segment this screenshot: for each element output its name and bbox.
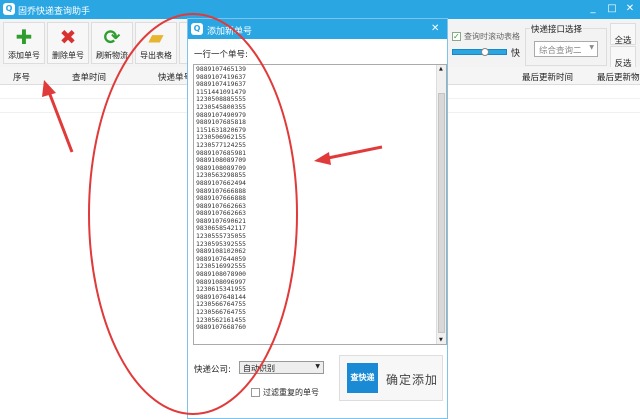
company-label: 快递公司: bbox=[194, 365, 231, 375]
speed-slider[interactable] bbox=[452, 48, 507, 56]
scroll-down-icon[interactable]: ▼ bbox=[439, 337, 443, 343]
dialog-title: 添加新单号 bbox=[207, 27, 253, 37]
window-title: 固乔快递查询助手 bbox=[18, 7, 91, 17]
tracking-numbers-text: 9889107465139 9889107419637 988910741963… bbox=[196, 65, 247, 332]
select-all-button[interactable]: 全选 bbox=[610, 23, 636, 46]
column-last-update-time[interactable]: 最后更新时间 bbox=[522, 71, 573, 83]
add-icon: ✚ bbox=[15, 25, 33, 49]
search-express-icon: 查快递 bbox=[347, 363, 378, 393]
toolbar-button-label: 刷新物流 bbox=[96, 51, 128, 60]
column-last-update-info[interactable]: 最后更新物 bbox=[597, 71, 640, 83]
export-folder-icon: ▰ bbox=[148, 25, 164, 49]
chevron-down-icon: ▼ bbox=[589, 44, 594, 51]
add-number-dialog: Q 添加新单号 ✕ 一行一个单号: 9889107465139 98891074… bbox=[187, 18, 448, 419]
scrollbar-thumb[interactable] bbox=[438, 93, 445, 333]
column-index[interactable]: 序号 bbox=[13, 71, 30, 83]
toolbar-button-0[interactable]: ✚ 添加单号 bbox=[3, 22, 45, 64]
toolbar-button-3[interactable]: ▰ 导出表格 bbox=[135, 22, 177, 64]
app-logo-icon: Q bbox=[3, 3, 15, 15]
app-logo-icon: Q bbox=[191, 23, 203, 35]
column-query-time[interactable]: 查单时间 bbox=[72, 71, 106, 83]
toolbar-button-label: 删除单号 bbox=[52, 51, 84, 60]
maximize-button[interactable]: □ bbox=[605, 3, 619, 14]
api-select[interactable]: 综合查询二 ▼ bbox=[534, 41, 598, 57]
close-button[interactable]: ✕ bbox=[623, 3, 637, 14]
prompt-label: 一行一个单号: bbox=[194, 50, 248, 60]
toolbar-button-label: 导出表格 bbox=[140, 51, 172, 60]
speed-slider-knob[interactable] bbox=[480, 48, 489, 56]
scroll-up-icon[interactable]: ▲ bbox=[439, 66, 443, 72]
confirm-add-button[interactable]: 查快递 确定添加 bbox=[339, 355, 443, 401]
dialog-title-bar: Q 添加新单号 ✕ bbox=[188, 19, 447, 39]
scrollbar[interactable]: ▲ ▼ bbox=[436, 65, 446, 344]
minimize-button[interactable]: _ bbox=[586, 3, 600, 14]
toolbar-button-label: 添加单号 bbox=[8, 51, 40, 60]
api-group-label: 快递接口选择 bbox=[530, 23, 584, 35]
company-select[interactable]: 自动识别 ▼ bbox=[239, 361, 324, 374]
toolbar-button-2[interactable]: ⟳ 刷新物流 bbox=[91, 22, 133, 64]
refresh-icon: ⟳ bbox=[103, 25, 121, 49]
confirm-add-label: 确定添加 bbox=[386, 373, 439, 387]
tracking-numbers-textarea[interactable]: 9889107465139 9889107419637 988910741963… bbox=[193, 64, 447, 345]
chevron-down-icon: ▼ bbox=[315, 363, 320, 370]
toolbar-button-1[interactable]: ✖ 删除单号 bbox=[47, 22, 89, 64]
dialog-close-button[interactable]: ✕ bbox=[431, 23, 439, 34]
title-bar: Q 固乔快递查询助手 _ □ ✕ bbox=[0, 0, 640, 19]
scroll-table-checkbox[interactable]: ✓ 查询时滚动表格 bbox=[452, 31, 520, 42]
delete-icon: ✖ bbox=[59, 25, 77, 49]
filter-duplicates-checkbox[interactable]: 过滤重复的单号 bbox=[251, 387, 319, 398]
speed-label: 快 bbox=[511, 49, 521, 59]
api-group: 快递接口选择 综合查询二 ▼ bbox=[525, 23, 607, 66]
invert-selection-button[interactable]: 反选 bbox=[610, 46, 636, 69]
